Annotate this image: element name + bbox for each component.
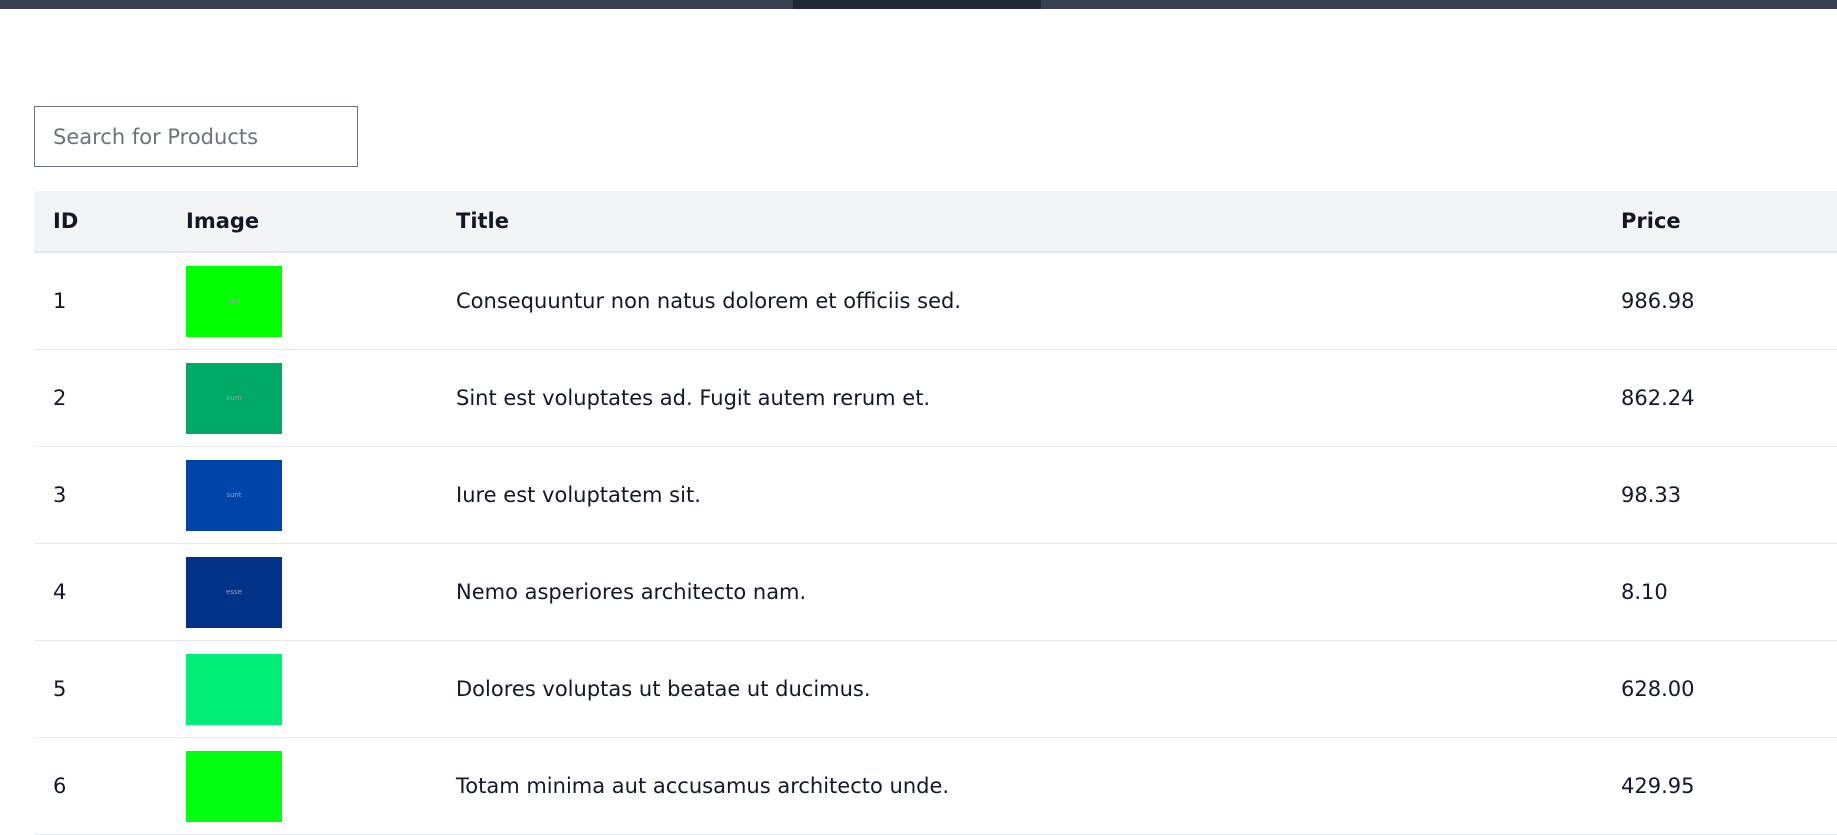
cell-id: 1 [34, 252, 167, 350]
table-row[interactable]: 5 Dolores voluptas ut beatae ut ducimus.… [34, 640, 1837, 738]
product-thumbnail[interactable] [186, 750, 282, 822]
column-header-title[interactable]: Title [437, 191, 1602, 252]
table-header: ID Image Title Price [34, 191, 1837, 252]
cell-title: Nemo asperiores architecto nam. [437, 543, 1602, 641]
top-nav-bar [0, 0, 1837, 9]
cell-title: Totam minima aut accusamus architecto un… [437, 737, 1602, 835]
column-header-price[interactable]: Price [1602, 191, 1837, 252]
table-row[interactable]: 4 esse Nemo asperiores architecto nam. 8… [34, 543, 1837, 641]
cell-image: sed [167, 252, 437, 350]
column-header-id[interactable]: ID [34, 191, 167, 252]
product-thumbnail[interactable] [186, 653, 282, 725]
product-thumbnail[interactable]: esse [186, 556, 282, 628]
search-input[interactable] [34, 106, 358, 167]
product-thumbnail[interactable]: eum [186, 362, 282, 434]
column-header-image[interactable]: Image [167, 191, 437, 252]
table-row[interactable]: 2 eum Sint est voluptates ad. Fugit aute… [34, 349, 1837, 447]
cell-image: sunt [167, 446, 437, 544]
table-row[interactable]: 3 sunt Iure est voluptatem sit. 98.33 [34, 446, 1837, 544]
cell-id: 3 [34, 446, 167, 544]
cell-id: 4 [34, 543, 167, 641]
top-nav-active-tab[interactable] [793, 0, 1041, 9]
cell-price: 628.00 [1602, 640, 1837, 738]
table-row[interactable]: 6 Totam minima aut accusamus architecto … [34, 737, 1837, 835]
cell-price: 8.10 [1602, 543, 1837, 641]
cell-price: 862.24 [1602, 349, 1837, 447]
cell-title: Iure est voluptatem sit. [437, 446, 1602, 544]
cell-image [167, 737, 437, 835]
main-content: ID Image Title Price 1 sed Consequuntur … [34, 106, 1837, 835]
products-table: ID Image Title Price 1 sed Consequuntur … [34, 191, 1837, 835]
table-header-row: ID Image Title Price [34, 191, 1837, 252]
product-thumbnail[interactable]: sed [186, 265, 282, 337]
cell-title: Consequuntur non natus dolorem et offici… [437, 252, 1602, 350]
cell-id: 5 [34, 640, 167, 738]
cell-image: eum [167, 349, 437, 447]
table-body: 1 sed Consequuntur non natus dolorem et … [34, 252, 1837, 835]
product-thumbnail[interactable]: sunt [186, 459, 282, 531]
cell-id: 6 [34, 737, 167, 835]
cell-id: 2 [34, 349, 167, 447]
cell-image: esse [167, 543, 437, 641]
table-row[interactable]: 1 sed Consequuntur non natus dolorem et … [34, 252, 1837, 350]
cell-title: Sint est voluptates ad. Fugit autem reru… [437, 349, 1602, 447]
cell-price: 98.33 [1602, 446, 1837, 544]
cell-title: Dolores voluptas ut beatae ut ducimus. [437, 640, 1602, 738]
cell-price: 986.98 [1602, 252, 1837, 350]
cell-price: 429.95 [1602, 737, 1837, 835]
cell-image [167, 640, 437, 738]
